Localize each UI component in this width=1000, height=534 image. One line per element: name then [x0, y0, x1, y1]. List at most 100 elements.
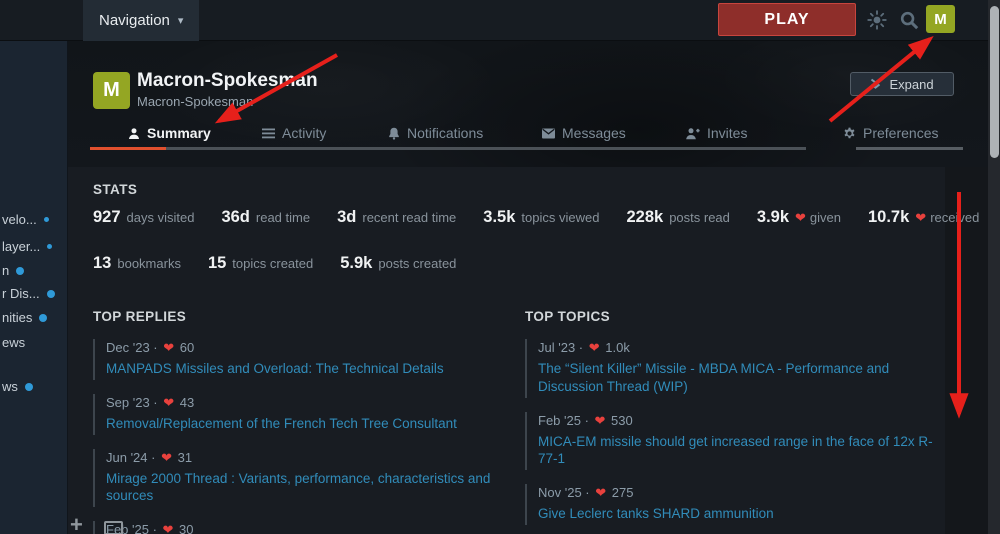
- topic-like-count: 43: [176, 395, 194, 410]
- expand-button[interactable]: Expand: [850, 72, 954, 96]
- topic-like-count: 530: [607, 413, 632, 428]
- sidebar-item[interactable]: velo...: [2, 212, 49, 227]
- stat-label: bookmarks: [117, 256, 181, 271]
- heart-icon: ❤: [595, 413, 606, 428]
- stat-given: 3.9k❤given: [757, 208, 841, 227]
- topic-title-link[interactable]: The “Silent Killer” Missile - MBDA MICA …: [538, 360, 950, 396]
- top-replies-heading: TOP REPLIES: [93, 309, 505, 324]
- stat-value: 927: [93, 208, 121, 226]
- topic-title-link[interactable]: MICA-EM missile should get increased ran…: [538, 433, 950, 469]
- topic-date: Sep '23 ·: [106, 395, 161, 410]
- topic-like-count: 1.0k: [602, 340, 630, 355]
- topic-list-item: Feb '25 · ❤ 530 MICA-EM missile should ge…: [525, 412, 950, 471]
- heart-icon: ❤: [915, 210, 926, 225]
- heart-icon: ❤: [161, 450, 172, 465]
- unread-dot: [25, 383, 33, 391]
- stat-label: posts created: [378, 256, 456, 271]
- tab-preferences[interactable]: Preferences: [843, 125, 938, 141]
- expand-label: Expand: [889, 77, 933, 92]
- chevron-down-icon: ▾: [178, 14, 184, 27]
- sidebar-item-label: r Dis...: [2, 286, 40, 301]
- profile-subtitle: Macron-Spokesman: [137, 94, 253, 109]
- stat-posts-read: 228kposts read: [626, 208, 729, 227]
- sidebar-item-label: layer...: [2, 239, 40, 254]
- heart-icon: ❤: [163, 522, 174, 534]
- unread-dot: [44, 217, 49, 222]
- topic-date: Jun '24 ·: [106, 450, 159, 465]
- topic-title-link[interactable]: Mirage 2000 Thread : Variants, performan…: [106, 470, 505, 506]
- sidebar-item-label: ews: [2, 335, 25, 350]
- tab-summary[interactable]: Summary: [128, 125, 211, 141]
- tab-underline: [856, 147, 963, 150]
- topic-title-link[interactable]: MANPADS Missiles and Overload: The Techn…: [106, 360, 505, 378]
- stat-topics-viewed: 3.5k topics viewed: [483, 208, 599, 227]
- compose-icon[interactable]: [104, 521, 123, 534]
- topic-date: Jul '23 ·: [538, 340, 587, 355]
- theme-brightness-icon[interactable]: [865, 8, 889, 32]
- sidebar-item-label: velo...: [2, 212, 37, 227]
- unread-dot: [16, 267, 24, 275]
- sidebar-item[interactable]: layer...: [2, 239, 52, 254]
- topic-meta: Nov '25 · ❤ 275: [538, 485, 950, 501]
- topic-title-link[interactable]: Give Leclerc tanks SHARD ammunition: [538, 505, 950, 523]
- sidebar-item[interactable]: ws: [2, 379, 33, 394]
- stat-recent-read-time: 3drecent read time: [337, 208, 456, 227]
- tab-messages[interactable]: Messages: [542, 125, 626, 141]
- tab-label: Summary: [147, 125, 211, 141]
- tab-underline: [166, 147, 806, 150]
- heart-icon: ❤: [589, 340, 600, 355]
- scrollbar-track[interactable]: [988, 0, 1000, 534]
- user-avatar[interactable]: M: [926, 5, 955, 33]
- sidebar-item-label: n: [2, 263, 9, 278]
- sidebar-item[interactable]: n: [2, 263, 24, 278]
- tab-notifications[interactable]: Notifications: [388, 125, 483, 141]
- topic-date: Nov '25 ·: [538, 485, 593, 500]
- tab-label: Notifications: [407, 125, 483, 141]
- sidebar-item-label: ws: [2, 379, 18, 394]
- profile-header-band: M Macron-Spokesman Macron-Spokesman Expa…: [68, 41, 988, 167]
- topic-list-item: Dec '23 · ❤ 60 MANPADS Missiles and Overl…: [93, 339, 505, 380]
- stat-read-time: 36dread time: [221, 208, 310, 227]
- play-button[interactable]: PLAY: [718, 3, 856, 36]
- topic-like-count: 275: [608, 485, 633, 500]
- stat-value: 3.9k: [757, 208, 789, 226]
- envelope-icon: [542, 128, 555, 139]
- topic-list-item: Feb '25 · ❤ 30Dassault Rafale - Variants…: [93, 521, 505, 534]
- topic-meta: Jun '24 · ❤ 31: [106, 450, 505, 466]
- stats-heading: STATS: [93, 182, 137, 197]
- stat-value: 3.5k: [483, 208, 515, 226]
- user-plus-icon: [686, 127, 700, 140]
- topic-title-link[interactable]: Removal/Replacement of the French Tech T…: [106, 415, 505, 433]
- stat-days-visited: 927 days visited: [93, 208, 194, 227]
- plus-icon[interactable]: +: [70, 512, 83, 534]
- topic-list-item: Jun '24 · ❤ 31 Mirage 2000 Thread : Varia…: [93, 449, 505, 508]
- search-icon[interactable]: [897, 8, 921, 32]
- stat-bookmarks: 13bookmarks: [93, 254, 181, 273]
- top-replies-section: TOP REPLIES Dec '23 · ❤ 60 MANPADS Missil…: [93, 309, 505, 534]
- unread-dot: [39, 314, 47, 322]
- sidebar-item[interactable]: r Dis...: [2, 286, 55, 301]
- sidebar-item[interactable]: ews: [2, 335, 25, 350]
- topic-meta: Dec '23 · ❤ 60: [106, 340, 505, 356]
- sidebar-item[interactable]: nities: [2, 310, 47, 325]
- stat-posts-created: 5.9kposts created: [340, 254, 456, 273]
- stat-value: 36d: [221, 208, 249, 226]
- sidebar: velo... layer... n r Dis... nities ews ws: [0, 41, 68, 534]
- heart-icon: ❤: [795, 210, 806, 225]
- stat-label: days visited: [127, 210, 195, 225]
- profile-avatar[interactable]: M: [93, 72, 130, 109]
- topic-meta: Feb '25 · ❤ 530: [538, 413, 950, 429]
- top-header: Navigation ▾ PLAY M: [0, 0, 1000, 41]
- tab-activity[interactable]: Activity: [262, 125, 326, 141]
- stat-label: topics viewed: [521, 210, 599, 225]
- top-topics-section: TOP TOPICS Jul '23 · ❤ 1.0kThe “Silent K…: [525, 309, 950, 534]
- scrollbar-thumb[interactable]: [990, 6, 999, 158]
- topic-list-item: Jul '23 · ❤ 1.0k The “Silent Killer” Miss…: [525, 339, 950, 398]
- profile-username: Macron-Spokesman: [137, 70, 318, 92]
- navigation-dropdown[interactable]: Navigation ▾: [83, 0, 199, 41]
- unread-dot: [47, 244, 52, 249]
- topic-meta: Feb '25 · ❤ 30: [106, 522, 505, 534]
- tab-invites[interactable]: Invites: [686, 125, 747, 141]
- stat-value: 15: [208, 254, 226, 272]
- heart-icon: ❤: [595, 485, 606, 500]
